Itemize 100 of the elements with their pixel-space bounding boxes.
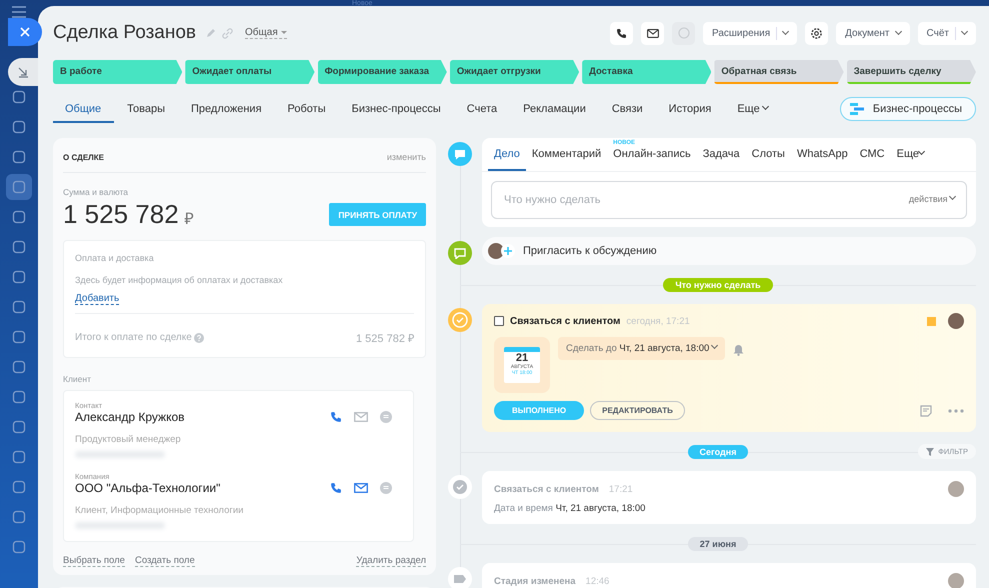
editor-tab[interactable]: Комментарий [526, 138, 608, 171]
sidebar-icon[interactable] [12, 240, 26, 254]
editor-tab[interactable]: СМС [854, 138, 891, 171]
client-name[interactable]: Александр Кружков [75, 410, 184, 424]
sidebar-icon[interactable] [12, 210, 26, 224]
extensions-button[interactable]: Расширения [703, 22, 798, 44]
tab[interactable]: Общие [53, 96, 114, 122]
stage-step[interactable]: Завершить сделку [846, 60, 976, 84]
close-icon [20, 27, 30, 37]
note-icon[interactable] [920, 404, 932, 416]
editor-tab[interactable]: Слоты [746, 138, 791, 171]
editor-tab[interactable]: Еще [890, 138, 930, 171]
help-icon[interactable] [194, 332, 204, 342]
avatar [948, 573, 964, 588]
document-button[interactable]: Документ [836, 22, 910, 44]
editor-tab[interactable]: Дело [488, 138, 526, 171]
sidebar-icon[interactable] [6, 174, 32, 200]
business-process-button[interactable]: Бизнес-процессы [840, 97, 976, 121]
tab[interactable]: Рекламации [510, 96, 599, 122]
field-label: Оплата и доставка [75, 253, 155, 263]
tab[interactable]: История [656, 96, 724, 122]
section-title: О СДЕЛКЕ [63, 152, 104, 162]
comment-icon [448, 241, 472, 265]
funnel-icon [926, 448, 934, 456]
client-details: Продуктовый менеджер [75, 434, 182, 445]
tab[interactable]: Роботы [274, 96, 339, 122]
field-label: Клиент [63, 374, 92, 384]
sidebar-icon[interactable] [12, 510, 26, 524]
mail-icon[interactable] [354, 483, 368, 493]
footer-link[interactable]: Создать поле [134, 555, 195, 567]
check-icon [448, 475, 472, 499]
task-title: Связаться с клиентом [510, 316, 620, 326]
tag-icon [448, 567, 472, 588]
minimize-button[interactable] [8, 58, 38, 86]
arrow-icon [17, 66, 29, 78]
marker-icon [927, 316, 936, 326]
delete-section-link[interactable]: Удалить раздел [356, 555, 426, 567]
settings-icon [810, 26, 824, 40]
amount-value: 1 525 782 [63, 199, 179, 230]
tab[interactable]: Предложения [178, 96, 275, 122]
tab[interactable]: Товары [114, 96, 178, 122]
stage-step[interactable]: Ожидает оплаты [185, 60, 315, 84]
actions-dropdown[interactable]: действия [908, 194, 955, 204]
sidebar-icon[interactable] [12, 390, 26, 404]
currency-sign: ₽ [184, 210, 194, 228]
invite-button[interactable]: Пригласить к обсуждению [482, 237, 976, 265]
sidebar-icon[interactable] [12, 330, 26, 344]
sidebar-icon[interactable] [12, 150, 26, 164]
avatar [948, 481, 964, 497]
avatar [948, 313, 964, 329]
stage-step[interactable]: Формирование заказа [318, 60, 447, 84]
event-time: 17:21 [608, 484, 633, 494]
mail-button[interactable] [641, 22, 664, 44]
sidebar-icon[interactable] [12, 540, 26, 554]
editor-tab[interactable]: WhatsApp [790, 138, 854, 171]
event-title: Связаться с клиентом [494, 484, 599, 494]
phone-icon [616, 28, 627, 38]
flowchart-icon [848, 102, 865, 116]
stage-step[interactable]: В работе [53, 60, 182, 84]
phone-icon[interactable] [330, 411, 342, 423]
client-details: Клиент, Информационные технологии [75, 505, 244, 516]
date-divider: 27 июня [688, 537, 748, 551]
tab[interactable]: Бизнес-процессы [338, 96, 454, 122]
more-tab[interactable]: Еще [724, 96, 781, 122]
sidebar-icon[interactable] [12, 90, 26, 104]
edit-button[interactable]: РЕДАКТИРОВАТЬ [590, 401, 685, 420]
sidebar-icon[interactable] [12, 270, 26, 284]
close-button[interactable] [8, 18, 42, 46]
category-dropdown[interactable]: Общая [245, 27, 287, 39]
sidebar-icon[interactable] [12, 420, 26, 434]
sidebar-icon[interactable] [12, 450, 26, 464]
deadline-dropdown[interactable]: Сделать до Чт, 21 августа, 18:00 [558, 337, 725, 360]
task-checkbox[interactable] [494, 316, 504, 326]
stage-step[interactable]: Обратная связь [714, 60, 844, 84]
event-detail: Дата и время Чт, 21 августа, 18:00 [494, 503, 646, 514]
invoice-button[interactable]: Счёт [918, 22, 976, 44]
total-value: 1 525 782 ₽ [356, 332, 414, 345]
mail-icon [646, 28, 658, 38]
client-name[interactable]: ООО "Альфа-Технологии" [75, 481, 220, 495]
more-icon[interactable] [948, 408, 964, 412]
editor-tab[interactable]: Задача [696, 138, 746, 171]
phone-icon[interactable] [330, 482, 342, 494]
tab[interactable]: Связи [598, 96, 656, 122]
call-button[interactable] [610, 22, 633, 44]
bell-icon[interactable] [732, 344, 744, 356]
mail-icon[interactable] [354, 412, 368, 422]
deal-title: Сделка Розанов [53, 22, 196, 44]
settings-button[interactable] [805, 22, 828, 44]
sidebar-icon[interactable] [12, 300, 26, 314]
sidebar-icon[interactable] [12, 360, 26, 374]
stage-step[interactable]: Ожидает отгрузки [450, 60, 580, 84]
stage-step[interactable]: Доставка [582, 60, 712, 84]
menu-icon[interactable] [11, 6, 27, 18]
sidebar-icon[interactable] [12, 120, 26, 134]
total-label: Итого к оплате по сделке [75, 332, 192, 343]
check-icon [448, 308, 472, 332]
sidebar-icon[interactable] [12, 480, 26, 494]
add-link[interactable]: Добавить [75, 293, 120, 305]
footer-link[interactable]: Выбрать поле [63, 555, 125, 567]
tab[interactable]: Счета [454, 96, 510, 122]
